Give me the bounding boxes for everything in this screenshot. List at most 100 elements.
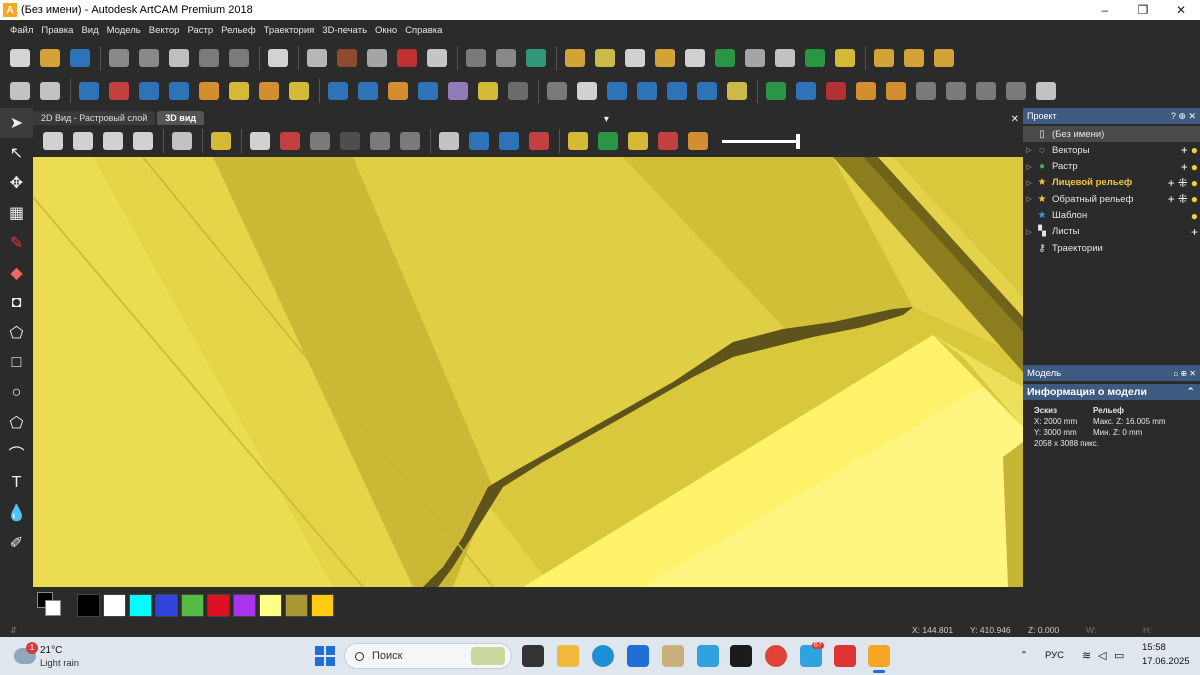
task-view-icon[interactable]	[522, 645, 544, 667]
measure-button[interactable]	[423, 44, 451, 72]
visibility-bulb-icon[interactable]: ●	[1191, 160, 1198, 174]
round-rect-button[interactable]	[1002, 77, 1030, 105]
visibility-bulb-icon[interactable]: ●	[1191, 176, 1198, 190]
menu-item[interactable]: Модель	[103, 25, 145, 36]
merge-arrow-button[interactable]	[852, 77, 880, 105]
purple-stack-button[interactable]	[444, 77, 472, 105]
folder-star-button[interactable]	[561, 44, 589, 72]
zoom-slider[interactable]	[722, 133, 800, 149]
expand-arrow-icon[interactable]: ▷	[1023, 179, 1035, 187]
project-item[interactable]: ★ Шаблон ●	[1023, 208, 1200, 224]
project-item[interactable]: ▷ ★ Лицевой рельеф + ⁜ ●	[1023, 175, 1200, 191]
cube-front-button[interactable]	[69, 127, 97, 155]
blue-drill-button[interactable]	[663, 77, 691, 105]
node-edit-button[interactable]	[462, 44, 490, 72]
rainbow-button[interactable]	[684, 127, 712, 155]
frame-button[interactable]	[771, 44, 799, 72]
select-arrow-tool[interactable]: ➤	[0, 108, 33, 138]
blue-spin-button[interactable]	[165, 77, 193, 105]
tool-button[interactable]	[543, 77, 571, 105]
color-swatch[interactable]	[285, 593, 308, 617]
red-ring-button[interactable]	[822, 77, 850, 105]
node-select-tool[interactable]: ↖	[0, 138, 33, 168]
battery-icon[interactable]: ▭	[1114, 649, 1124, 662]
gray-tilt-button[interactable]	[504, 77, 532, 105]
color-swatch[interactable]	[233, 593, 256, 617]
visibility-bulb-icon[interactable]: ●	[1191, 209, 1198, 223]
menu-item[interactable]: Окно	[371, 25, 401, 36]
cut-button[interactable]	[105, 44, 133, 72]
zoom-button[interactable]	[168, 127, 196, 155]
maximize-button[interactable]: ❐	[1124, 0, 1162, 20]
color-select-button[interactable]	[522, 44, 550, 72]
blue-pot-button[interactable]	[792, 77, 820, 105]
visibility-bulb-icon[interactable]: ●	[1191, 143, 1198, 157]
yellow-down-button[interactable]	[474, 77, 502, 105]
add-icon[interactable]: +	[1168, 176, 1175, 190]
axes-button[interactable]	[276, 127, 304, 155]
dotted-corner-button[interactable]	[942, 77, 970, 105]
cube-side-button[interactable]	[99, 127, 127, 155]
cube-red-button[interactable]	[39, 127, 67, 155]
grid-button[interactable]	[363, 44, 391, 72]
close-button[interactable]: ✕	[1162, 0, 1200, 20]
fillet-button[interactable]	[972, 77, 1000, 105]
green-circle-button[interactable]	[594, 127, 622, 155]
project-item[interactable]: ▯ (Без имени)	[1023, 126, 1200, 142]
expand-arrow-icon[interactable]: ▷	[1023, 228, 1035, 236]
color-swatch[interactable]	[77, 593, 100, 617]
menu-item[interactable]: Файл	[6, 25, 37, 36]
plane-button[interactable]	[246, 127, 274, 155]
light-bulb-button[interactable]	[207, 127, 235, 155]
polyline-tool-tool[interactable]: ⬠	[0, 318, 33, 348]
vector-dots-button[interactable]	[870, 44, 898, 72]
gray-plate-button[interactable]	[366, 127, 394, 155]
menu-item[interactable]: Траектория	[260, 25, 319, 36]
menu-item[interactable]: Вектор	[145, 25, 184, 36]
undo-button[interactable]	[195, 44, 223, 72]
chrome-icon[interactable]	[765, 645, 787, 667]
menu-item[interactable]: Рельеф	[217, 25, 259, 36]
snap-button[interactable]	[6, 77, 34, 105]
pencil-tool[interactable]: ✎	[0, 228, 33, 258]
chevron-right-button[interactable]	[591, 44, 619, 72]
file-explorer-icon[interactable]	[557, 645, 579, 667]
volume-icon[interactable]: ◁	[1098, 649, 1106, 662]
text-tool[interactable]: T	[0, 468, 33, 498]
blue-up-button[interactable]	[414, 77, 442, 105]
open-folder-button[interactable]	[36, 44, 64, 72]
polygon-tool[interactable]: ⬠	[0, 408, 33, 438]
yellow-layer-button[interactable]	[564, 127, 592, 155]
save-button[interactable]	[66, 44, 94, 72]
redo-button[interactable]	[225, 44, 253, 72]
brush-tool[interactable]: ✐	[0, 528, 33, 558]
artcam-icon[interactable]	[868, 645, 890, 667]
color-swatch[interactable]	[129, 593, 152, 617]
color-swatch[interactable]	[181, 593, 204, 617]
white-tilt-button[interactable]	[573, 77, 601, 105]
foreground-background-colors[interactable]	[37, 592, 71, 618]
project-item[interactable]: ▷ ▚ Листы +	[1023, 224, 1200, 240]
paste-button[interactable]	[165, 44, 193, 72]
blue-stack-button[interactable]	[603, 77, 631, 105]
circle-tool[interactable]: ○	[0, 378, 33, 408]
dimension-button[interactable]	[303, 44, 331, 72]
flag-button[interactable]	[393, 44, 421, 72]
dot-square-button[interactable]	[1032, 77, 1060, 105]
red-layer-button[interactable]	[525, 127, 553, 155]
project-item[interactable]: ▷ ★ Обратный рельеф + ⁜ ●	[1023, 191, 1200, 207]
expand-arrow-icon[interactable]: ▷	[1023, 146, 1035, 154]
expand-arrow-icon[interactable]: ▷	[1023, 195, 1035, 203]
start-button[interactable]	[315, 646, 335, 666]
move-tool[interactable]: ✥	[0, 168, 33, 198]
menu-item[interactable]: 3D-печать	[318, 25, 371, 36]
arc-tool[interactable]: ⌒	[0, 438, 33, 468]
edge-icon[interactable]	[592, 645, 614, 667]
project-item[interactable]: ▷ ● Растр + ●	[1023, 159, 1200, 175]
blue-plate-button[interactable]	[324, 77, 352, 105]
mesh-tool[interactable]: ▦	[0, 198, 33, 228]
menu-item[interactable]: Справка	[401, 25, 446, 36]
model-info-collapse-icon[interactable]: ⌃	[1186, 386, 1200, 398]
tab-menu-icon[interactable]: ▾	[600, 114, 613, 125]
blue-diamond-button[interactable]	[75, 77, 103, 105]
